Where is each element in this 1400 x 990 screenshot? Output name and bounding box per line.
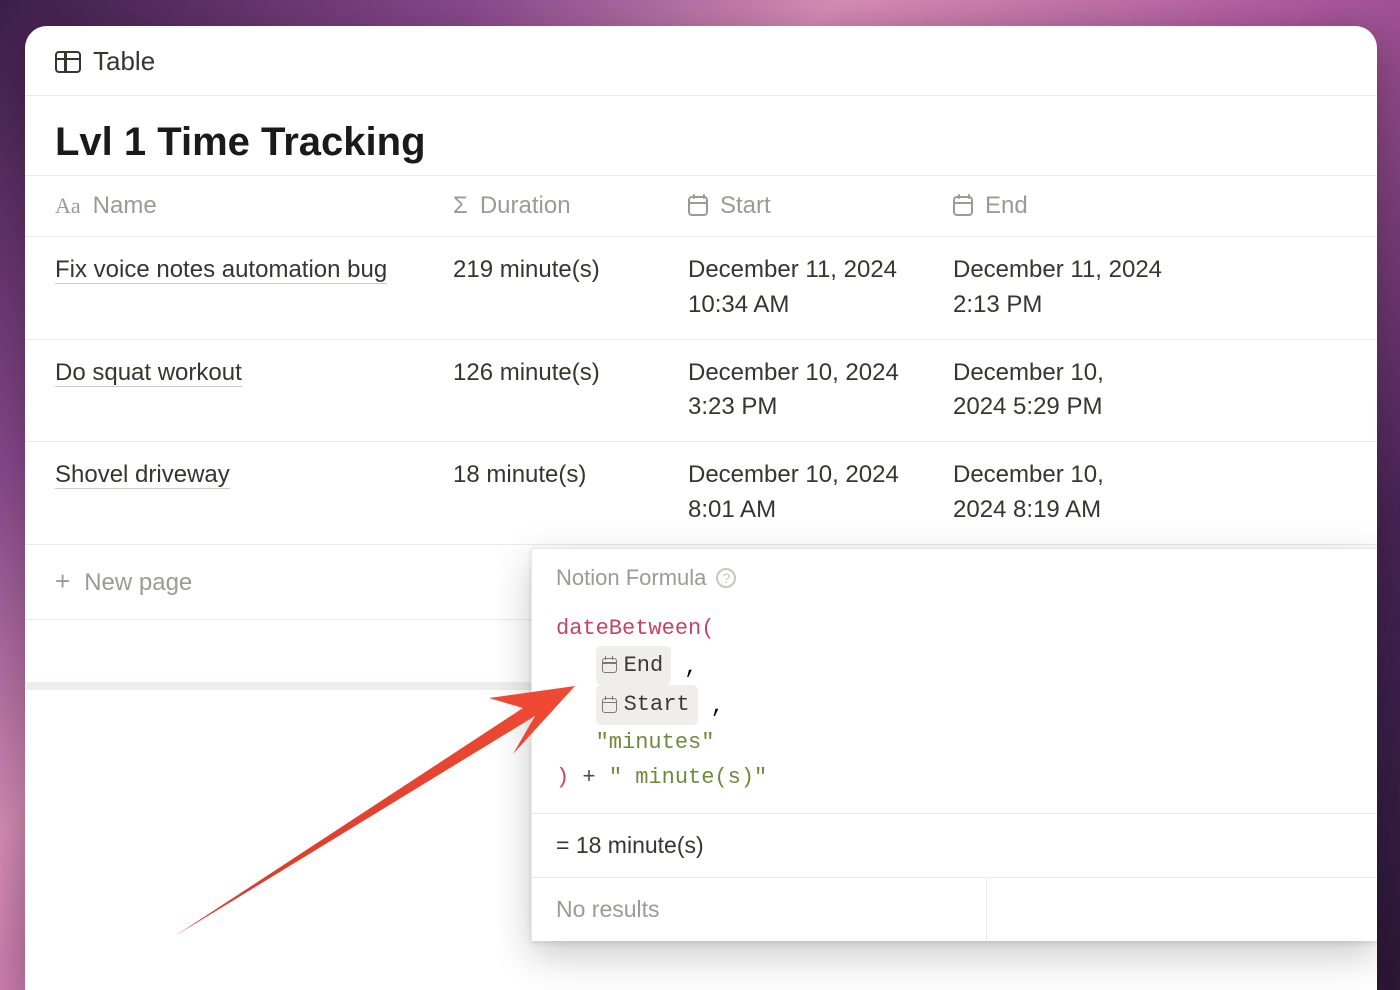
cell-start[interactable]: December 11, 2024 10:34 AM bbox=[670, 237, 935, 340]
calendar-icon bbox=[953, 196, 973, 216]
column-header-end-label: End bbox=[985, 192, 1028, 220]
calendar-icon bbox=[602, 698, 617, 713]
column-header-name-label: Name bbox=[93, 192, 157, 220]
calendar-icon bbox=[688, 196, 708, 216]
cell-duration[interactable]: 18 minute(s) bbox=[435, 442, 670, 545]
cell-start[interactable]: December 10, 2024 3:23 PM bbox=[670, 339, 935, 442]
table-header-row: Aa Name Σ Duration Start bbox=[25, 176, 1377, 237]
column-header-end[interactable]: End bbox=[935, 176, 1180, 237]
view-tab-label: Table bbox=[93, 46, 155, 77]
formula-editor-popup[interactable]: Notion Formula ? dateBetween( End , Star… bbox=[531, 548, 1377, 941]
no-results-label: No results bbox=[532, 878, 987, 941]
autocomplete-detail-pane bbox=[987, 878, 1377, 941]
result-value: 18 minute(s) bbox=[576, 832, 704, 858]
cell-end[interactable]: December 10, 2024 8:19 AM bbox=[935, 442, 1180, 545]
formula-editor-header: Notion Formula ? bbox=[532, 549, 1377, 605]
plus-icon: + bbox=[55, 566, 70, 596]
cell-empty[interactable] bbox=[1180, 442, 1377, 545]
token-function: dateBetween bbox=[556, 616, 701, 641]
table-icon bbox=[55, 51, 81, 73]
new-page-label: New page bbox=[84, 569, 192, 596]
token-paren: ) bbox=[556, 765, 569, 790]
view-tab-table[interactable]: Table bbox=[25, 26, 1377, 96]
property-chip-start[interactable]: Start bbox=[596, 685, 698, 724]
cell-empty[interactable] bbox=[1180, 339, 1377, 442]
formula-code-input[interactable]: dateBetween( End , Start , "minutes" ) +… bbox=[532, 605, 1377, 813]
formula-editor-title: Notion Formula bbox=[556, 565, 706, 591]
cell-start[interactable]: December 10, 2024 8:01 AM bbox=[670, 442, 935, 545]
database-title[interactable]: Lvl 1 Time Tracking bbox=[25, 96, 1377, 175]
cell-end[interactable]: December 11, 2024 2:13 PM bbox=[935, 237, 1180, 340]
cell-duration[interactable]: 219 minute(s) bbox=[435, 237, 670, 340]
app-window: Table Lvl 1 Time Tracking Aa Name Σ Dura… bbox=[25, 26, 1377, 990]
page-link[interactable]: Do squat workout bbox=[55, 359, 242, 387]
cell-end[interactable]: December 10, 2024 5:29 PM bbox=[935, 339, 1180, 442]
token-string: " minute(s)" bbox=[609, 765, 767, 790]
cell-duration[interactable]: 126 minute(s) bbox=[435, 339, 670, 442]
title-property-icon: Aa bbox=[55, 193, 81, 219]
token-operator: + bbox=[582, 765, 595, 790]
property-chip-end[interactable]: End bbox=[596, 646, 672, 685]
table-row[interactable]: Shovel driveway 18 minute(s) December 10… bbox=[25, 442, 1377, 545]
column-header-name[interactable]: Aa Name bbox=[25, 176, 435, 237]
help-icon[interactable]: ? bbox=[716, 568, 736, 588]
column-header-start-label: Start bbox=[720, 192, 771, 220]
result-prefix: = bbox=[556, 832, 569, 858]
column-header-duration[interactable]: Σ Duration bbox=[435, 176, 670, 237]
column-header-duration-label: Duration bbox=[480, 192, 571, 220]
table-row[interactable]: Fix voice notes automation bug 219 minut… bbox=[25, 237, 1377, 340]
column-header-empty[interactable] bbox=[1180, 176, 1377, 237]
table-row[interactable]: Do squat workout 126 minute(s) December … bbox=[25, 339, 1377, 442]
cell-empty[interactable] bbox=[1180, 237, 1377, 340]
formula-autocomplete-area: No results bbox=[532, 877, 1377, 941]
formula-result: = 18 minute(s) bbox=[532, 813, 1377, 877]
calendar-icon bbox=[602, 658, 617, 673]
column-header-start[interactable]: Start bbox=[670, 176, 935, 237]
page-link[interactable]: Shovel driveway bbox=[55, 461, 230, 489]
page-link[interactable]: Fix voice notes automation bug bbox=[55, 256, 387, 284]
token-string: "minutes" bbox=[596, 730, 715, 755]
token-paren: ( bbox=[701, 616, 714, 641]
formula-property-icon: Σ bbox=[453, 192, 468, 220]
